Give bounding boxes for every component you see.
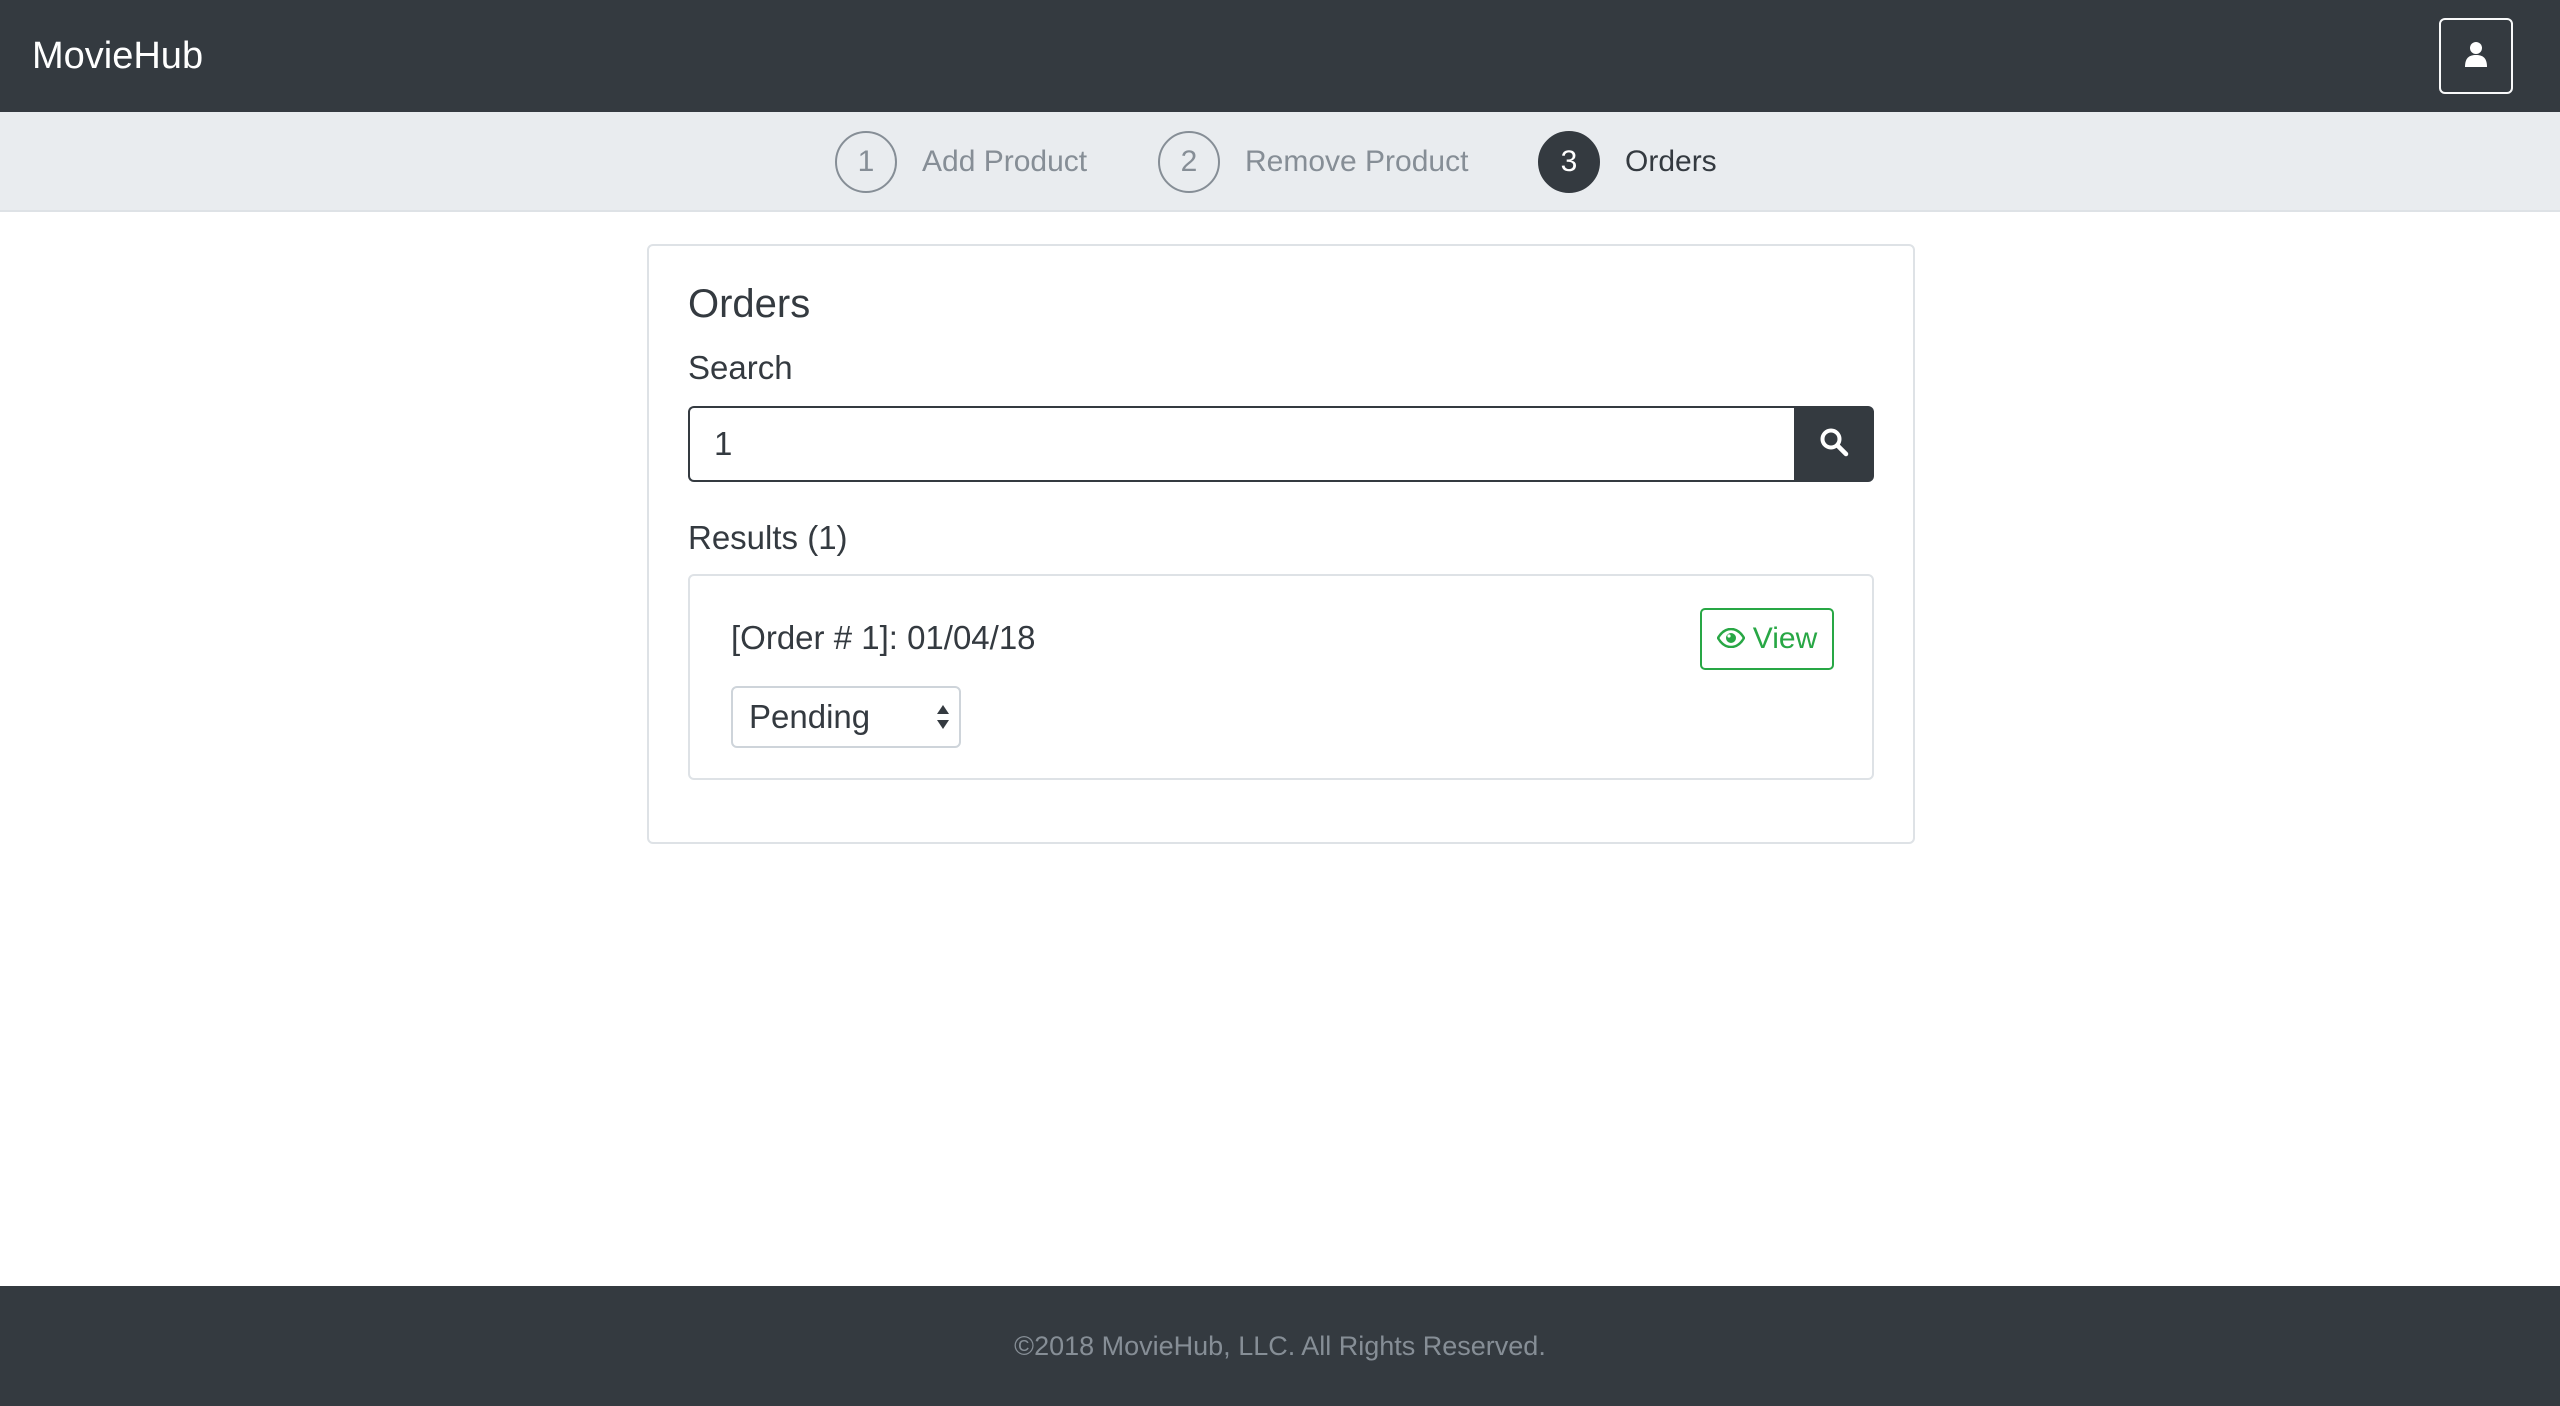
step-number: 1 — [835, 131, 897, 193]
step-remove-product[interactable]: 2 Remove Product — [1158, 130, 1468, 194]
footer: ©2018 MovieHub, LLC. All Rights Reserved… — [0, 1286, 2560, 1406]
search-label: Search — [688, 349, 793, 386]
user-icon — [2465, 41, 2487, 72]
copyright-text: ©2018 MovieHub, LLC. All Rights Reserved… — [1014, 1331, 1546, 1361]
order-title: [Order # 1]: 01/04/18 — [731, 619, 1036, 656]
step-add-product[interactable]: 1 Add Product — [835, 130, 1087, 194]
search-group — [688, 406, 1874, 482]
select-arrows-icon — [935, 702, 951, 732]
navbar: MovieHub — [0, 0, 2560, 112]
step-label: Remove Product — [1245, 145, 1469, 178]
page-title: Orders — [688, 282, 811, 326]
status-value: Pending — [749, 698, 871, 735]
step-number: 3 — [1538, 131, 1600, 193]
progress-stepper: 1 Add Product 2 Remove Product 3 Orders — [0, 112, 2560, 212]
list-item: [Order # 1]: 01/04/18 View Pending — [688, 574, 1874, 780]
step-number: 2 — [1158, 131, 1220, 193]
search-icon — [1819, 427, 1849, 462]
results-label: Results (1) — [688, 519, 848, 556]
view-label: View — [1752, 622, 1818, 655]
eye-icon — [1716, 622, 1753, 656]
step-label: Add Product — [922, 145, 1088, 178]
search-button[interactable] — [1794, 406, 1874, 482]
search-input[interactable] — [688, 406, 1794, 482]
view-order-button[interactable]: View — [1700, 608, 1834, 670]
orders-card: Orders Search Results (1) [Order # 1]: 0… — [647, 244, 1915, 844]
step-orders[interactable]: 3 Orders — [1538, 130, 1717, 194]
user-menu-button[interactable] — [2439, 18, 2513, 94]
step-label: Orders — [1625, 145, 1717, 178]
brand-link[interactable]: MovieHub — [32, 30, 203, 82]
order-status-select[interactable]: Pending — [731, 686, 961, 748]
